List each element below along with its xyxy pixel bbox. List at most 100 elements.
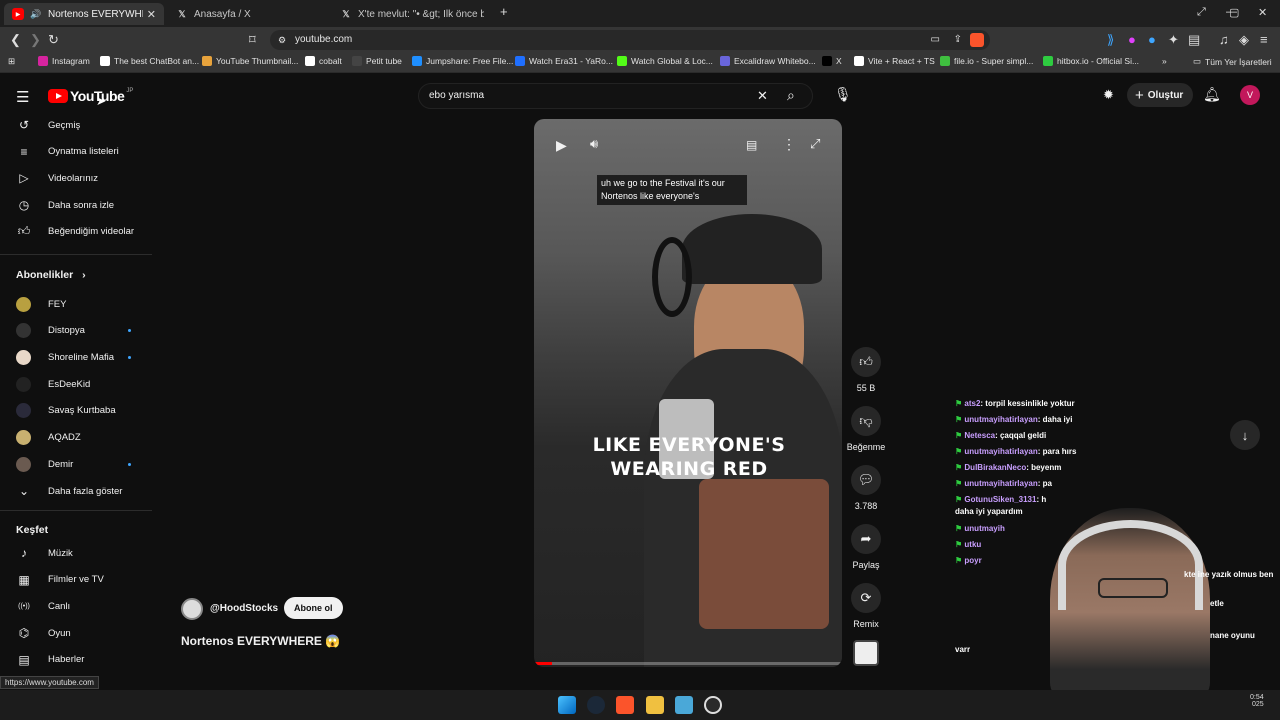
explore-item-2[interactable]: ((•)) Canlı	[16, 596, 156, 616]
media-icon[interactable]: ♫	[1219, 32, 1229, 47]
share-icon[interactable]: ⇪	[954, 30, 962, 50]
new-content-dot	[128, 329, 131, 333]
subscription-item[interactable]: EsDeeKid	[16, 374, 156, 394]
video-title[interactable]: Nortenos EVERYWHERE 😱	[181, 634, 340, 648]
subscription-item[interactable]: Demir	[16, 454, 156, 474]
search-icon[interactable]: ⌕	[787, 87, 795, 104]
subscribe-button[interactable]: Abone ol	[284, 597, 343, 619]
explore-item-1[interactable]: ▦ Filmler ve TV	[16, 570, 156, 590]
remix-button[interactable]: ⟳	[851, 583, 881, 613]
subscription-item[interactable]: Distopya	[16, 321, 156, 341]
bookmark-item[interactable]: Petit tube	[352, 56, 402, 66]
moderator-badge-icon: ⚑	[955, 524, 965, 533]
progress-track[interactable]	[534, 662, 842, 665]
more-bookmarks-icon[interactable]: »	[1162, 56, 1167, 66]
brave-browser-icon[interactable]	[616, 696, 634, 714]
explore-item-3[interactable]: ⌬ Oyun	[16, 623, 156, 643]
like-button[interactable]: 👍︎	[851, 347, 881, 377]
bookmark-item[interactable]: file.io - Super simpl...	[940, 56, 1033, 66]
cast-icon[interactable]: ▭	[931, 30, 940, 50]
obs-icon[interactable]	[704, 696, 722, 714]
url-field[interactable]: ⚙ youtube.com ▭ ⇪	[270, 30, 990, 50]
extensions-icon[interactable]: ⤢	[1197, 6, 1206, 19]
next-short-button[interactable]: ↓	[1230, 420, 1260, 450]
captions-icon[interactable]: ▤	[746, 138, 757, 152]
sidebar-item-4[interactable]: 👍︎ Beğendiğim videolar	[16, 222, 156, 242]
bookmark-item[interactable]: Instagram	[38, 56, 90, 66]
clear-search-icon[interactable]: ✕	[757, 88, 768, 104]
sidebar-item-1[interactable]: ≡ Oynatma listeleri	[16, 142, 156, 162]
bookmark-item[interactable]: The best ChatBot an...	[100, 56, 199, 66]
new-tab-button[interactable]: +	[500, 4, 508, 19]
bookmark-item[interactable]: cobalt	[305, 56, 342, 66]
search-input[interactable]: ebo yarısma	[429, 90, 484, 101]
create-button[interactable]: + Oluştur	[1127, 83, 1194, 107]
brave-shield-icon[interactable]	[970, 33, 984, 47]
hamburger-menu-icon[interactable]: ☰	[16, 88, 29, 106]
wallet-icon[interactable]: ◈	[1239, 32, 1249, 48]
steam-icon[interactable]	[587, 696, 605, 714]
sidebar-item-3[interactable]: ◷ Daha sonra izle	[16, 195, 156, 215]
bookmark-item[interactable]: X	[822, 56, 842, 66]
bookmark-item[interactable]: Watch Global & Loc...	[617, 56, 713, 66]
back-button[interactable]: ❮	[10, 32, 21, 48]
sound-thumbnail[interactable]	[853, 640, 879, 666]
extension-icon[interactable]: ●	[1148, 32, 1156, 47]
reload-button[interactable]: ↻	[48, 32, 59, 48]
chat-text: : çaqqal geldi	[995, 431, 1047, 440]
start-menu-icon[interactable]	[558, 696, 576, 714]
subscriptions-heading[interactable]: Abonelikler ›	[16, 269, 86, 281]
menu-icon[interactable]: ≡	[1260, 32, 1268, 47]
account-avatar[interactable]: V	[1240, 85, 1260, 105]
channel-name[interactable]: @HoodStocks	[210, 603, 278, 614]
explore-item-4[interactable]: ▤ Haberler	[16, 650, 156, 670]
bookmark-item[interactable]: Watch Era31 - YaRo...	[515, 56, 613, 66]
tab-x-post[interactable]: 𝕏 X'te mevlut: "• &gt; İlk önce birbirle…	[332, 3, 492, 25]
volume-icon[interactable]: 🔊︎	[590, 136, 598, 152]
share-button[interactable]: ➦	[851, 524, 881, 554]
sidebar-item-0[interactable]: ↺ Geçmiş	[16, 115, 156, 135]
bookmark-favicon-icon	[854, 56, 864, 66]
bookmark-item[interactable]: Vite + React + TS	[854, 56, 935, 66]
sidebar-toggle-icon[interactable]: ▤	[1188, 32, 1200, 48]
play-icon[interactable]: ▶	[556, 137, 567, 154]
site-info-icon[interactable]: ⚙	[278, 30, 286, 50]
subscription-item[interactable]: AQADZ	[16, 428, 156, 448]
channel-avatar[interactable]	[181, 598, 203, 620]
bookmark-icon[interactable]: ⌑	[249, 32, 256, 48]
more-options-icon[interactable]: ⋮	[782, 136, 796, 153]
short-video-player[interactable]: ▶ 🔊︎ ▤ ⋮ ⤢ uh we go to the Festival it's…	[534, 119, 842, 667]
extension-icon[interactable]: ●	[1128, 32, 1136, 47]
extensions-puzzle-icon[interactable]: ✦	[1168, 32, 1179, 48]
window-close-button[interactable]: ✕	[1258, 6, 1267, 19]
extension-icon[interactable]: ⟫	[1107, 32, 1114, 48]
subscription-item[interactable]: FEY	[16, 294, 156, 314]
tab-x-home[interactable]: 𝕏 Anasayfa / X	[168, 3, 328, 25]
bookmark-item[interactable]: YouTube Thumbnail...	[202, 56, 298, 66]
subscription-item[interactable]: Savaş Kurtbaba	[16, 401, 156, 421]
explore-item-0[interactable]: ♪ Müzik	[16, 543, 156, 563]
all-bookmarks-folder[interactable]: ▭ Tüm Yer İşaretleri	[1193, 56, 1272, 67]
voice-search-icon[interactable]: 🎙	[834, 86, 852, 103]
bookmark-item[interactable]: Jumpshare: Free File...	[412, 56, 513, 66]
youtube-logo[interactable]: YouTube JP	[48, 88, 133, 104]
chat-username: GotunuSiken_3131	[964, 495, 1037, 504]
fullscreen-icon[interactable]: ⤢	[810, 136, 820, 152]
close-tab-icon[interactable]: ✕	[147, 8, 156, 21]
cast-icon[interactable]: ✹	[1103, 87, 1114, 103]
sidebar-item-2[interactable]: ▷ Videolarınız	[16, 168, 156, 188]
tab-youtube[interactable]: ▶ 🔊 Nortenos EVERYWHERE 😱 - ✕	[4, 3, 164, 25]
forward-button[interactable]: ❯	[30, 32, 41, 48]
notifications-bell-icon[interactable]: 🔔︎	[1203, 86, 1221, 103]
photos-app-icon[interactable]	[675, 696, 693, 714]
maximize-button[interactable]: ▢	[1229, 6, 1239, 19]
show-more-button[interactable]: ⌄ Daha fazla göster	[16, 481, 156, 501]
apps-grid-icon[interactable]: ⊞	[8, 56, 15, 67]
comments-button[interactable]: 💬︎	[851, 465, 881, 495]
dislike-button[interactable]: 👎︎	[851, 406, 881, 436]
bookmark-item[interactable]: Excalidraw Whitebo...	[720, 56, 816, 66]
file-explorer-icon[interactable]	[646, 696, 664, 714]
bookmark-item[interactable]: hitbox.io - Official Si...	[1043, 56, 1139, 66]
search-box[interactable]: ebo yarısma ✕ ⌕	[418, 83, 813, 109]
subscription-item[interactable]: Shoreline Mafia	[16, 347, 156, 367]
